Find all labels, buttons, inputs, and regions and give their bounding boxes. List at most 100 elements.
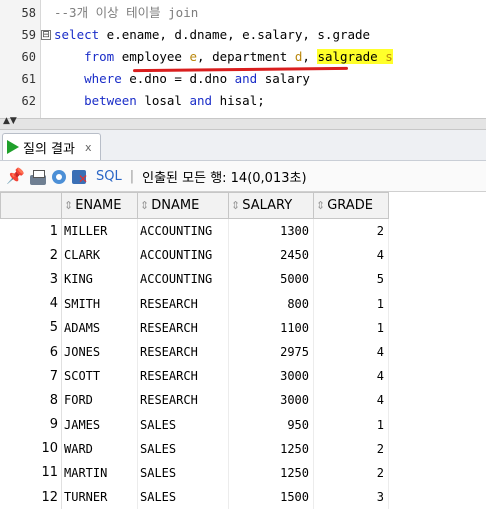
cell-grade[interactable]: 2: [313, 218, 389, 244]
cell-salary[interactable]: 3000: [228, 388, 314, 413]
cell-salary[interactable]: 1250: [228, 436, 314, 461]
table-row[interactable]: 4 SMITH RESEARCH 800 1: [0, 291, 389, 316]
cell-grade[interactable]: 2: [313, 460, 389, 486]
code-token: e.ename, d.dname, e.salary, s.grade: [99, 27, 371, 42]
cell-grade[interactable]: 1: [313, 412, 389, 437]
cell-grade[interactable]: 4: [313, 364, 389, 389]
line-number: 62: [21, 94, 36, 108]
code-line[interactable]: 58 --3개 이상 테이블 join: [0, 2, 486, 24]
cell-grade[interactable]: 1: [313, 315, 389, 340]
cell-ename[interactable]: SMITH: [61, 291, 138, 316]
cell-salary[interactable]: 2450: [228, 243, 314, 268]
cell-grade[interactable]: 3: [313, 485, 389, 510]
code-token: select: [54, 27, 100, 42]
print-icon[interactable]: [30, 170, 46, 185]
cell-grade[interactable]: 4: [313, 388, 389, 413]
cell-dname[interactable]: RESEARCH: [137, 315, 229, 340]
cell-ename[interactable]: WARD: [61, 436, 138, 461]
tab-query-result[interactable]: 질의 결과 x: [2, 133, 101, 160]
column-header-dname[interactable]: ⇕ DNAME: [137, 192, 229, 219]
result-table: ⇕ ENAME ⇕ DNAME ⇕ SALARY ⇕ GRADE 1 MILLER ACCO…: [0, 192, 389, 510]
cell-salary[interactable]: 1500: [228, 485, 314, 510]
code-line[interactable]: 62 between losal and hisal;: [0, 90, 486, 112]
sort-icon: ⇕: [64, 199, 74, 212]
result-grid[interactable]: ⇕ ENAME ⇕ DNAME ⇕ SALARY ⇕ GRADE 1 MILLER ACCO…: [0, 192, 486, 516]
code-token: ,: [302, 49, 318, 64]
cell-grade[interactable]: 5: [313, 267, 389, 292]
cell-salary[interactable]: 1300: [228, 218, 314, 244]
table-row[interactable]: 12 TURNER SALES 1500 3: [0, 485, 389, 510]
table-row[interactable]: 10 WARD SALES 1250 2: [0, 436, 389, 461]
sql-editor[interactable]: 58 --3개 이상 테이블 join 59 ⊟ select e.ename, d.d…: [0, 0, 486, 118]
refresh-icon[interactable]: [52, 170, 66, 184]
pin-icon[interactable]: 📌: [6, 167, 25, 185]
code-text: --3개 이상 테이블 join: [54, 2, 198, 24]
table-row[interactable]: 7 SCOTT RESEARCH 3000 4: [0, 364, 389, 389]
cell-dname[interactable]: ACCOUNTING: [137, 243, 229, 268]
cell-grade[interactable]: 1: [313, 291, 389, 316]
cell-ename[interactable]: JAMES: [61, 412, 138, 437]
table-row[interactable]: 1 MILLER ACCOUNTING 1300 2: [0, 218, 389, 244]
cell-ename[interactable]: JONES: [61, 339, 138, 365]
cell-ename[interactable]: KING: [61, 267, 138, 292]
cell-dname[interactable]: SALES: [137, 436, 229, 461]
cell-salary[interactable]: 950: [228, 412, 314, 437]
table-row[interactable]: 9 JAMES SALES 950 1: [0, 412, 389, 437]
line-number: 61: [21, 72, 36, 86]
cell-dname[interactable]: RESEARCH: [137, 364, 229, 389]
code-token: --3개 이상 테이블 join: [54, 5, 199, 20]
cell-salary[interactable]: 3000: [228, 364, 314, 389]
pane-splitter[interactable]: ▲▼: [0, 117, 486, 130]
cell-salary[interactable]: 1100: [228, 315, 314, 340]
row-number: 8: [0, 388, 62, 413]
code-line[interactable]: 59 ⊟ select e.ename, d.dname, e.salary, s.…: [0, 24, 486, 46]
cell-salary[interactable]: 1250: [228, 460, 314, 486]
cell-ename[interactable]: ADAMS: [61, 315, 138, 340]
cell-grade[interactable]: 4: [313, 243, 389, 268]
cell-ename[interactable]: TURNER: [61, 485, 138, 510]
row-number: 11: [0, 460, 62, 486]
cell-dname[interactable]: RESEARCH: [137, 388, 229, 413]
code-line[interactable]: 60 from employee e, department d, salgra…: [0, 46, 486, 68]
table-row[interactable]: 11 MARTIN SALES 1250 2: [0, 460, 389, 486]
cell-ename[interactable]: MILLER: [61, 218, 138, 244]
cell-dname[interactable]: RESEARCH: [137, 339, 229, 365]
row-number: 10: [0, 436, 62, 461]
close-icon[interactable]: x: [85, 141, 92, 154]
cell-ename[interactable]: SCOTT: [61, 364, 138, 389]
table-row[interactable]: 2 CLARK ACCOUNTING 2450 4: [0, 243, 389, 268]
column-header-grade[interactable]: ⇕ GRADE: [313, 192, 389, 219]
collapse-arrows-icon[interactable]: ▲▼: [3, 117, 17, 126]
cell-dname[interactable]: SALES: [137, 460, 229, 486]
cell-salary[interactable]: 5000: [228, 267, 314, 292]
cell-dname[interactable]: SALES: [137, 412, 229, 437]
cell-grade[interactable]: 4: [313, 339, 389, 365]
code-token: e: [189, 49, 198, 64]
result-tabbar: 질의 결과 x: [0, 130, 486, 161]
fold-toggle-icon[interactable]: ⊟: [41, 30, 51, 40]
column-header-ename[interactable]: ⇕ ENAME: [61, 192, 138, 219]
table-row[interactable]: 3 KING ACCOUNTING 5000 5: [0, 267, 389, 292]
table-row[interactable]: 8 FORD RESEARCH 3000 4: [0, 388, 389, 413]
column-header-salary[interactable]: ⇕ SALARY: [228, 192, 314, 219]
cell-dname[interactable]: ACCOUNTING: [137, 267, 229, 292]
cell-ename[interactable]: FORD: [61, 388, 138, 413]
cell-dname[interactable]: RESEARCH: [137, 291, 229, 316]
table-row[interactable]: 6 JONES RESEARCH 2975 4: [0, 339, 389, 365]
cell-ename[interactable]: MARTIN: [61, 460, 138, 486]
sql-link[interactable]: SQL: [96, 169, 122, 184]
code-token: salary: [257, 71, 310, 86]
header-row: ⇕ ENAME ⇕ DNAME ⇕ SALARY ⇕ GRADE: [0, 192, 389, 219]
table-row[interactable]: 5 ADAMS RESEARCH 1100 1: [0, 315, 389, 340]
code-line[interactable]: 61 where e.dno = d.dno and salary: [0, 68, 486, 90]
code-token: , department: [197, 49, 295, 64]
cell-ename[interactable]: CLARK: [61, 243, 138, 268]
row-number: 3: [0, 267, 62, 292]
cell-dname[interactable]: SALES: [137, 485, 229, 510]
cell-salary[interactable]: 800: [228, 291, 314, 316]
cell-salary[interactable]: 2975: [228, 339, 314, 365]
cell-dname[interactable]: ACCOUNTING: [137, 218, 229, 244]
cancel-query-icon[interactable]: [72, 170, 88, 185]
cell-grade[interactable]: 2: [313, 436, 389, 461]
code-text: between losal and hisal;: [54, 90, 265, 112]
